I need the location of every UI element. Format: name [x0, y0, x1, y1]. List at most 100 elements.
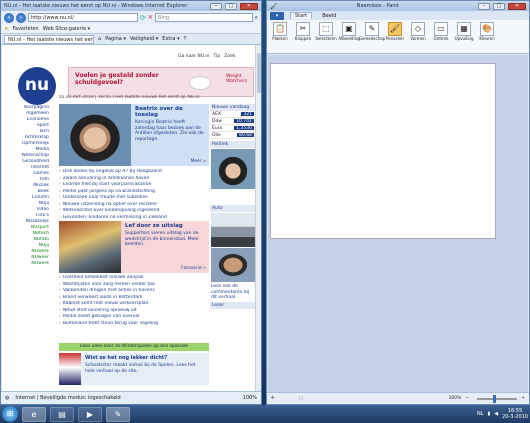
ribbon-tool[interactable]: 📋 Plakken — [270, 22, 290, 52]
nu-logo[interactable]: nu — [18, 67, 56, 105]
scroll-thumb[interactable] — [257, 53, 261, 93]
status-zone: Internet | Beveiligde modus: ingeschakel… — [15, 395, 121, 401]
ribbon-tool[interactable]: ◇ Vormen — [408, 22, 428, 52]
ribbon-tabs: ▾ Start Beeld — [267, 11, 529, 20]
clock-date: 20-3-2010 — [502, 414, 528, 420]
ribbon-tool[interactable]: ▭ Omtrek — [431, 22, 451, 52]
clock[interactable]: 16:55 20-3-2010 — [502, 408, 528, 420]
side-caption[interactable]: Lees ook de commentaren bij dit verhaal — [210, 283, 256, 302]
close-button[interactable]: ✕ — [240, 2, 258, 10]
ribbon-tool[interactable]: 🖌 Penselen — [385, 22, 405, 52]
story3-headline[interactable]: Wist ze het nog lekker dicht? — [85, 355, 205, 361]
top-link[interactable]: Tip — [214, 54, 221, 59]
stop-icon[interactable]: ✕ — [148, 14, 153, 21]
zoom-out-button[interactable]: − — [465, 396, 469, 401]
status-zoom[interactable]: 100% — [243, 395, 257, 401]
ad-banner[interactable]: Voelen je gesteld zonder schuldgevoel? W… — [68, 67, 254, 97]
url-field[interactable]: http://www.nu.nl/ — [28, 13, 138, 22]
lead-more-link[interactable]: Meer » — [191, 159, 206, 164]
live-bar[interactable]: Lees alles over de Winterspelen op ons s… — [59, 343, 209, 351]
feature-story[interactable]: Lef door ze uitslag Supporters vieren ui… — [59, 221, 209, 273]
feature-headline[interactable]: Lef door ze uitslag — [125, 223, 205, 229]
ie-statusbar: ◍ Internet | Beveiligde modus: ingeschak… — [1, 391, 261, 404]
paint-title: Naamloos - Paint — [356, 3, 399, 9]
favorites-bar: ★ Favorieten Web Slice-galerie ▾ — [1, 24, 261, 34]
taskbar-ie-icon[interactable]: e — [22, 406, 46, 422]
canvas-area — [268, 55, 528, 394]
rates-list: AEX 321 Dow 10.741 Euro 1,3530 Olie 80,68 — [210, 111, 256, 139]
ribbon-tool[interactable]: ✎ Gereedschap — [359, 22, 385, 52]
tab-tool-safety[interactable]: Veiligheid ▾ — [130, 36, 158, 42]
side-person-photo[interactable] — [211, 248, 255, 282]
zoom-slider[interactable] — [477, 394, 518, 403]
forward-button[interactable]: › — [16, 12, 26, 23]
top-links: Ga naar NU.nl Tip Zoek — [178, 54, 235, 59]
zoom-in-button[interactable]: + — [521, 396, 525, 401]
tab-tool-page[interactable]: Pagina ▾ — [105, 36, 126, 42]
story3-text: Schaatsster maakt indruk bij de Spelen. … — [85, 363, 196, 374]
home-icon[interactable]: ⌂ — [98, 36, 101, 42]
fav-item[interactable]: Web Slice-galerie ▾ — [43, 26, 90, 32]
drawing-canvas[interactable] — [270, 63, 496, 239]
network-icon[interactable]: ▮ — [487, 411, 490, 417]
tool-label: Opvulling — [454, 36, 474, 41]
taskbar-explorer-icon[interactable]: ▤ — [50, 406, 74, 422]
favorites-star-icon[interactable]: ★ — [4, 26, 8, 32]
ribbon-tool[interactable]: ▣ Afbeelding — [338, 22, 360, 52]
news-item[interactable]: Buitenland trekt steun terug voor regeli… — [59, 321, 209, 328]
back-button[interactable]: ‹ — [4, 12, 14, 23]
paint-menu-button[interactable]: ▾ — [270, 11, 284, 20]
story-3[interactable]: Wist ze het nog lekker dicht? Schaatsste… — [59, 353, 209, 385]
ie-title: NU.nl - Het laatste nieuws het eerst op … — [4, 3, 188, 9]
tab-tool-help[interactable]: ? — [184, 36, 187, 42]
select-size-icon: ⬚ — [298, 396, 304, 401]
paint-maximize-button[interactable]: □ — [493, 2, 505, 10]
start-button[interactable]: ⊞ — [2, 406, 18, 422]
tool-label: Afbeelding — [338, 36, 360, 41]
side-section: Politiek — [210, 141, 256, 148]
feature-photo[interactable] — [59, 221, 121, 273]
nav-item[interactable]: NUwerk — [3, 261, 49, 267]
car-photo[interactable] — [211, 213, 255, 247]
rate-value: 321 — [241, 112, 254, 117]
maximize-button[interactable]: □ — [225, 2, 237, 10]
tab-tool-extra[interactable]: Extra ▾ — [162, 36, 179, 42]
lead-photo[interactable] — [59, 104, 131, 166]
ad-logo-icon — [189, 76, 211, 90]
paint-close-button[interactable]: ✕ — [508, 2, 526, 10]
paint-minimize-button[interactable]: – — [478, 2, 490, 10]
top-link[interactable]: Zoek — [224, 54, 235, 59]
side-column-2: Auto Lees ook de commentaren bij dit ver… — [210, 205, 256, 309]
search-icon[interactable]: ⌕ — [255, 14, 258, 22]
tab-nu[interactable]: NU.nl - Het laatste nieuws het eerst op.… — [4, 34, 94, 44]
top-link[interactable]: Ga naar NU.nl — [178, 54, 210, 59]
taskbar-paint-icon[interactable]: ✎ — [106, 406, 130, 422]
ribbon-tool[interactable]: 🎨 Kleuren — [477, 22, 497, 52]
tool-icon: 🖌 — [388, 22, 402, 36]
favorites-label[interactable]: Favorieten — [12, 26, 38, 32]
paint-titlebar[interactable]: 🖌 Naamloos - Paint – □ ✕ — [267, 1, 529, 11]
minimize-button[interactable]: – — [210, 2, 222, 10]
side-thumb-photo[interactable] — [211, 149, 255, 189]
rate-value: 80,68 — [237, 133, 254, 138]
lead-headline[interactable]: Beatrix over de toeslag — [135, 106, 205, 118]
language-indicator[interactable]: NL — [477, 411, 484, 417]
feature-more-link[interactable]: Fotoserie » — [181, 266, 206, 271]
refresh-icon[interactable]: ⟳ — [140, 14, 146, 22]
ribbon-tool[interactable]: ✂ Knippen — [293, 22, 313, 52]
vertical-scrollbar[interactable] — [255, 45, 261, 392]
ribbon-tool[interactable]: ▦ Opvulling — [454, 22, 474, 52]
taskbar-media-icon[interactable]: ▶ — [78, 406, 102, 422]
story3-photo[interactable] — [59, 353, 81, 385]
ribbon-tool[interactable]: ⬚ Selecteren — [315, 22, 337, 52]
side-section-3: Lezer — [210, 301, 256, 309]
volume-icon[interactable]: ◀ — [494, 411, 498, 417]
news-list-2: Overheid ontwikkelt nieuwe aanpakWachtli… — [59, 275, 209, 327]
tab-view[interactable]: Beeld — [318, 13, 340, 19]
paint-app-icon: 🖌 — [270, 2, 278, 10]
ie-titlebar[interactable]: NU.nl - Het laatste nieuws het eerst op … — [1, 1, 261, 11]
date-line: za 20 mrt 2010 | 16:55 | Het laatste nie… — [59, 95, 200, 100]
tab-start[interactable]: Start — [290, 12, 313, 19]
ad-text: Voelen je gesteld zonder schuldgevoel? — [75, 72, 159, 86]
search-input[interactable]: Bing — [154, 13, 253, 22]
